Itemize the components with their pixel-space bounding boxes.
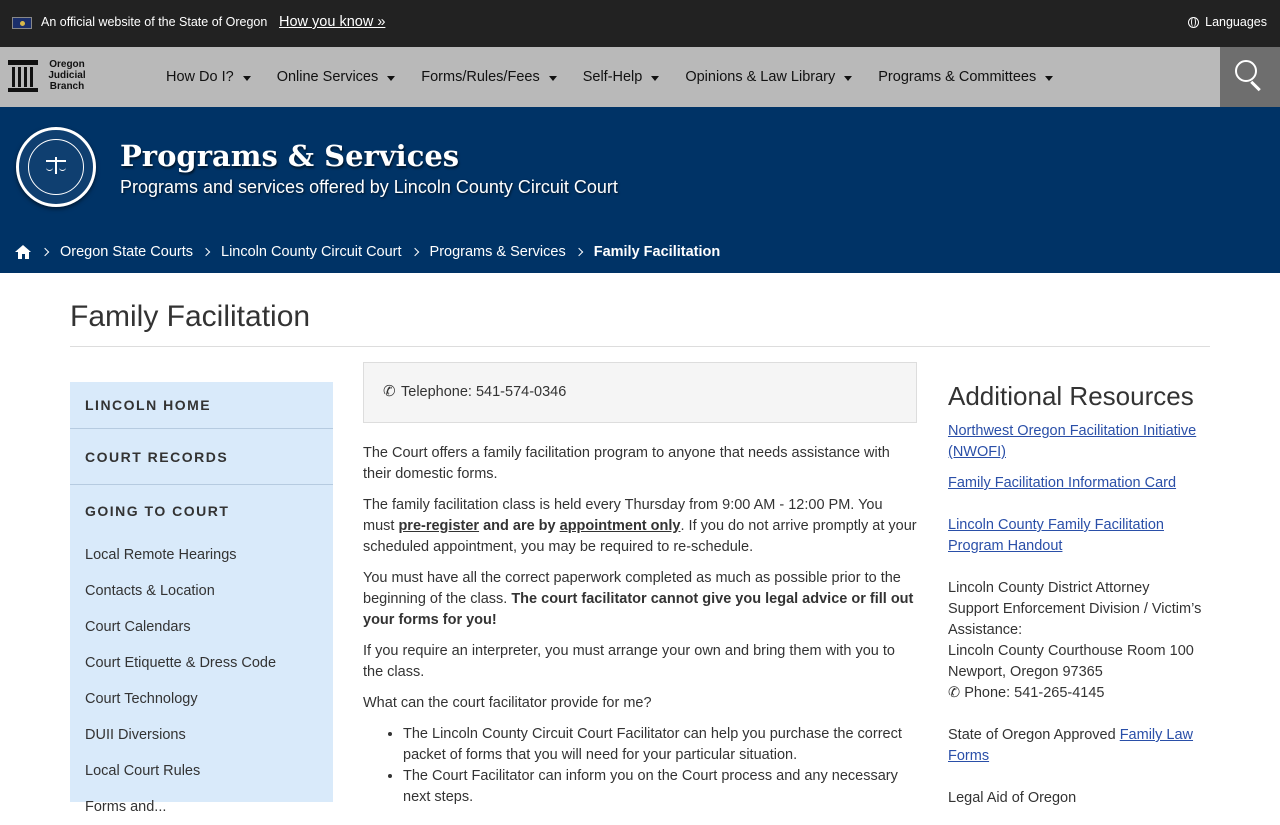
pre-register-link[interactable]: pre-register (398, 518, 479, 534)
nav-forms-rules-fees[interactable]: Forms/Rules/Fees (421, 69, 557, 85)
telephone-text: Telephone: 541-574-0346 (401, 384, 567, 400)
breadcrumb-programs-services[interactable]: Programs & Services (430, 244, 566, 260)
nav-self-help[interactable]: Self-Help (583, 69, 660, 85)
oregon-flag-icon (12, 17, 32, 29)
ojb-logo[interactable]: Oregon Judicial Branch (8, 59, 89, 92)
breadcrumb: Oregon State Courts Lincoln County Circu… (15, 244, 720, 260)
caret-down-icon (651, 75, 660, 81)
list-item: The Court Facilitator can inform you on … (403, 766, 917, 808)
title-divider (70, 346, 1210, 347)
search-icon (1235, 60, 1257, 82)
schedule-paragraph: The family facilitation class is held ev… (363, 497, 917, 555)
district-attorney-info: Lincoln County District Attorney Support… (948, 580, 1202, 701)
sidebar-item-court-calendars[interactable]: Court Calendars (70, 609, 333, 645)
breadcrumb-current: Family Facilitation (593, 244, 721, 260)
facilitator-list: The Lincoln County Circuit Court Facilit… (363, 724, 917, 808)
sidebar-court-records[interactable]: COURT RECORDS (70, 449, 228, 465)
chevron-right-icon (40, 247, 50, 257)
telephone-box: ✆ Telephone: 541-574-0346 (363, 362, 917, 423)
paperwork-paragraph: You must have all the correct paperwork … (363, 570, 914, 628)
resources-heading: Additional Resources (948, 381, 1194, 411)
caret-down-icon (844, 75, 853, 81)
nav-menu: How Do I? Online Services Forms/Rules/Fe… (166, 47, 1079, 107)
courthouse-pillar-icon (8, 59, 38, 92)
how-you-know-link[interactable]: How you know » (279, 14, 385, 30)
page-banner: Programs & Services Programs and service… (0, 107, 1280, 273)
sidebar-going-to-court[interactable]: GOING TO COURT (70, 503, 229, 519)
sidebar-item-forms[interactable]: Forms and... (70, 789, 333, 825)
breadcrumb-oregon-state-courts[interactable]: Oregon State Courts (60, 244, 193, 260)
question-paragraph: What can the court facilitator provide f… (363, 695, 652, 711)
phone-icon: ✆ (948, 685, 961, 701)
additional-resources: Additional Resources Northwest Oregon Fa… (948, 380, 1210, 809)
phone-icon: ✆ (383, 383, 396, 400)
legal-aid-text: Legal Aid of Oregon (948, 790, 1077, 806)
home-icon[interactable] (15, 245, 32, 259)
official-site-bar: An official website of the State of Oreg… (0, 0, 1280, 47)
breadcrumb-lincoln-county[interactable]: Lincoln County Circuit Court (221, 244, 402, 260)
sidebar-lincoln-home[interactable]: LINCOLN HOME (70, 397, 211, 413)
globe-icon (1188, 16, 1200, 28)
search-button[interactable] (1220, 47, 1280, 107)
info-card-link[interactable]: Family Facilitation Information Card (948, 475, 1176, 491)
sidebar: LINCOLN HOME COURT RECORDS GOING TO COUR… (70, 382, 333, 815)
interpreter-paragraph: If you require an interpreter, you must … (363, 643, 895, 680)
nav-how-do-i[interactable]: How Do I? (166, 69, 251, 85)
appointment-only-link[interactable]: appointment only (560, 518, 681, 534)
sidebar-item-court-etiquette[interactable]: Court Etiquette & Dress Code (70, 645, 333, 681)
page-title: Family Facilitation (70, 300, 311, 333)
caret-down-icon (242, 75, 251, 81)
chevron-right-icon (201, 247, 211, 257)
caret-down-icon (387, 75, 396, 81)
judicial-department-seal (16, 127, 96, 207)
nwofi-link[interactable]: Northwest Oregon Facilitation Initiative… (948, 423, 1196, 460)
list-item: The Lincoln County Circuit Court Facilit… (403, 724, 917, 766)
sidebar-item-court-technology[interactable]: Court Technology (70, 681, 333, 717)
chevron-right-icon (574, 247, 583, 257)
nav-opinions-law-library[interactable]: Opinions & Law Library (685, 69, 853, 85)
main-nav: Oregon Judicial Branch How Do I? Online Se… (0, 47, 1280, 107)
nav-online-services[interactable]: Online Services (277, 69, 396, 85)
caret-down-icon (1045, 75, 1054, 81)
official-site-text: An official website of the State of Oreg… (41, 15, 268, 29)
sidebar-item-duii-diversions[interactable]: DUII Diversions (70, 717, 333, 753)
chevron-right-icon (410, 247, 419, 257)
logo-text: Oregon Judicial Branch (48, 59, 86, 92)
languages-button[interactable]: Languages (1188, 15, 1267, 29)
program-handout-link[interactable]: Lincoln County Family Facilitation Progr… (948, 517, 1164, 554)
intro-paragraph: The Court offers a family facilitation p… (363, 445, 890, 482)
nav-programs-committees[interactable]: Programs & Committees (878, 69, 1054, 85)
approved-forms: State of Oregon Approved Family Law Form… (948, 727, 1194, 764)
sidebar-item-local-remote-hearings[interactable]: Local Remote Hearings (70, 537, 333, 573)
sidebar-item-contacts-location[interactable]: Contacts & Location (70, 573, 333, 609)
scales-of-justice-icon (46, 157, 66, 177)
languages-label: Languages (1205, 15, 1267, 29)
banner-title: Programs & Services (120, 139, 460, 173)
main-content: The Court offers a family facilitation p… (363, 443, 917, 808)
caret-down-icon (548, 75, 557, 81)
sidebar-item-local-court-rules[interactable]: Local Court Rules (70, 753, 333, 789)
banner-subtitle: Programs and services offered by Lincoln… (120, 177, 618, 197)
